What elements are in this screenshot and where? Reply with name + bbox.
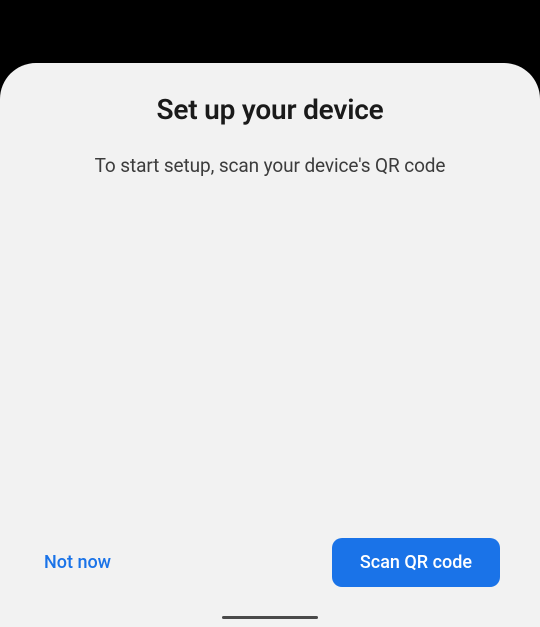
content-spacer <box>0 177 540 538</box>
setup-bottom-sheet: Set up your device To start setup, scan … <box>0 63 540 627</box>
navigation-handle[interactable] <box>222 616 318 619</box>
dialog-title: Set up your device <box>0 93 540 126</box>
scan-qr-button[interactable]: Scan QR code <box>332 538 500 587</box>
not-now-button[interactable]: Not now <box>40 542 115 583</box>
action-row: Not now Scan QR code <box>0 538 540 627</box>
dialog-subtitle: To start setup, scan your device's QR co… <box>0 154 540 177</box>
